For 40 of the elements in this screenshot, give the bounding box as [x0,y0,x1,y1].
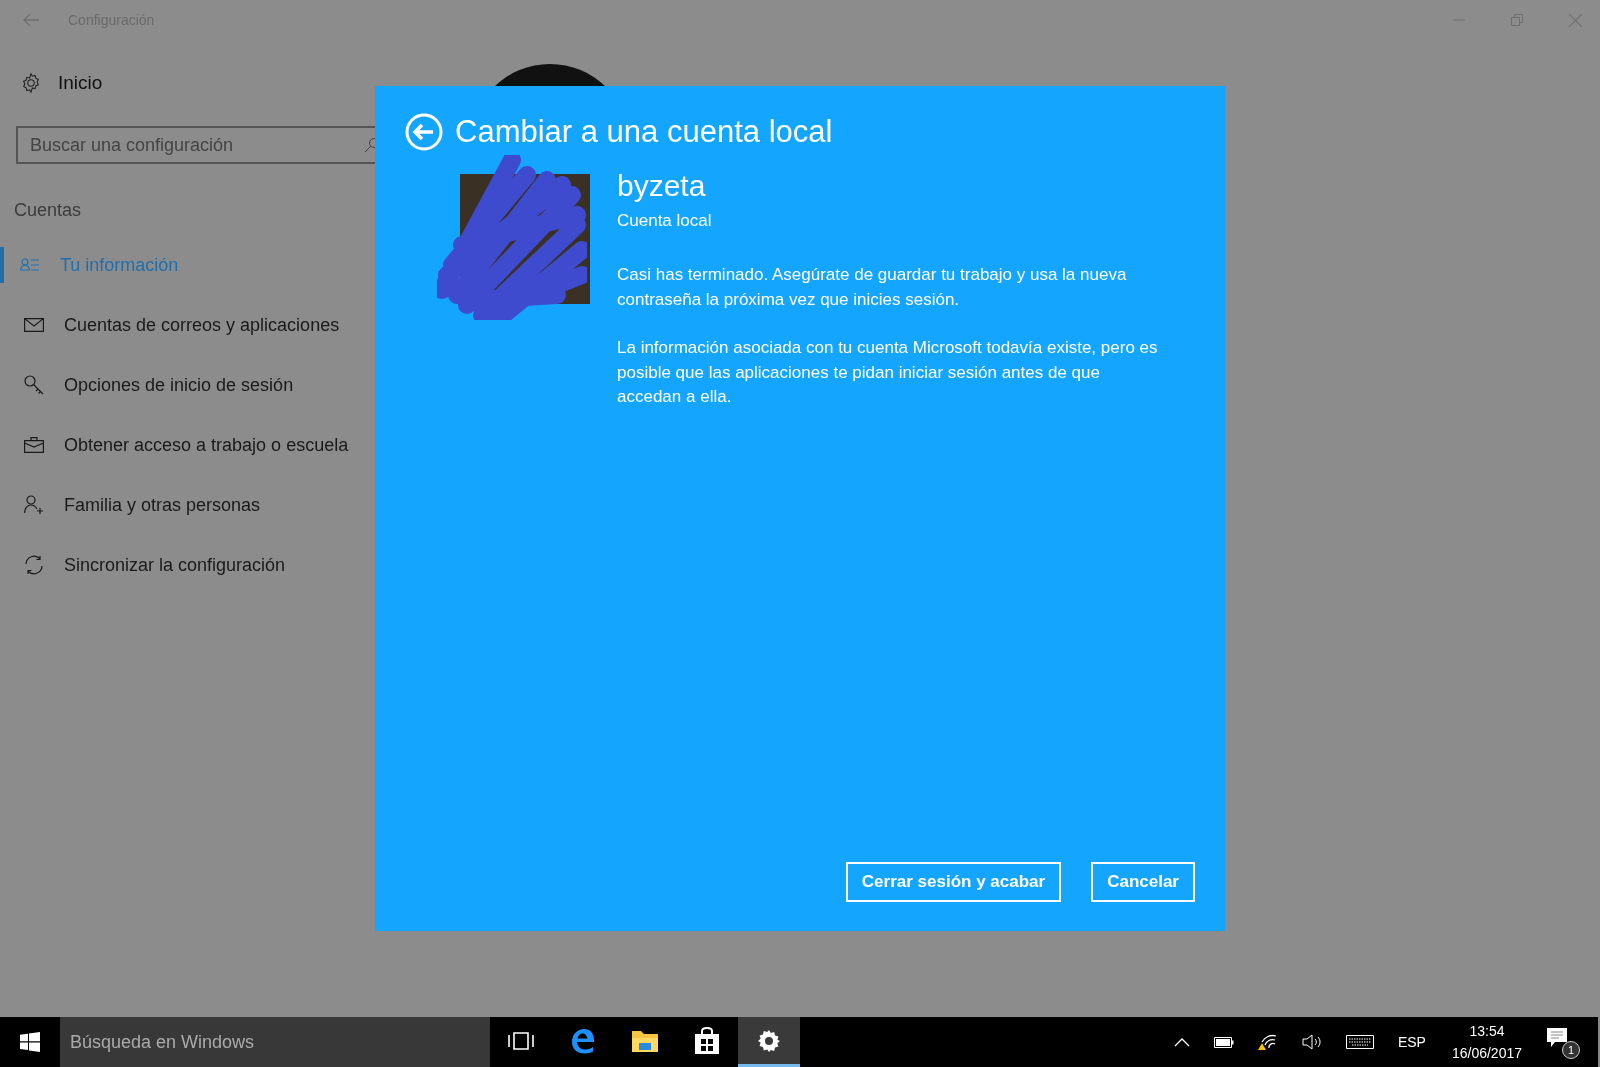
section-heading: Cuentas [14,200,83,221]
notification-icon[interactable] [1546,1027,1568,1049]
browser-e-icon [570,1027,596,1054]
sync-icon [24,555,44,575]
cancel-button[interactable]: Cancelar [1091,862,1195,902]
battery-icon[interactable] [1213,1036,1234,1048]
account-name: byzeta [617,169,707,203]
clock[interactable]: 13:54 16/06/2017 [1451,1020,1522,1064]
key-icon [24,375,44,395]
gear-icon [757,1028,781,1053]
folder-icon [631,1028,659,1053]
nav-item[interactable]: Familia y otras personas [0,475,269,535]
clock-time: 13:54 [1469,1022,1505,1041]
briefcase-icon [24,437,44,453]
person-list-icon [20,257,40,273]
info-paragraph: Casi has terminado. Asegúrate de guardar tu trabajo y usa la nueva contraseña la próxima vez que inicies sesión. [617,264,1128,311]
person-add-icon [24,495,44,515]
chevron-up-icon[interactable] [1173,1037,1190,1047]
task-view-icon [508,1031,534,1050]
wifi-warning-icon[interactable] [1257,1033,1278,1051]
shopping-bag-icon [694,1026,720,1055]
windows-logo-icon [20,1032,40,1052]
nav-item[interactable]: Cuentas de correos y aplicaciones [0,295,348,355]
home-link[interactable]: Inicio [58,72,103,94]
clock-date: 16/06/2017 [1451,1044,1522,1063]
mail-icon [24,318,44,332]
nav-item[interactable]: Obtener acceso a trabajo o escuela [0,415,357,475]
taskbar-app[interactable] [738,1017,800,1067]
taskbar-search-field[interactable]: Búsqueda en Windows [60,1017,490,1067]
sign-out-button[interactable]: Cerrar sesión y acabar [845,862,1062,902]
speaker-icon[interactable] [1301,1034,1322,1050]
dialog-title: Cambiar a una cuenta local [455,114,833,150]
account-type: Cuenta local [617,211,713,231]
notification-count-badge: 1 [1562,1041,1580,1059]
info-paragraph: La información asociada con tu cuenta Microsoft todavía existe, pero es posible que las aplicaciones te pidan iniciar sesión antes de que accedan a ella. [617,337,1159,408]
language-indicator[interactable]: ESP [1397,1034,1426,1050]
nav-item[interactable]: Sincronizar la configuración [0,535,294,595]
gear-icon [20,72,42,94]
keyboard-icon[interactable] [1345,1035,1374,1049]
nav-item[interactable]: Opciones de inicio de sesión [0,355,302,415]
